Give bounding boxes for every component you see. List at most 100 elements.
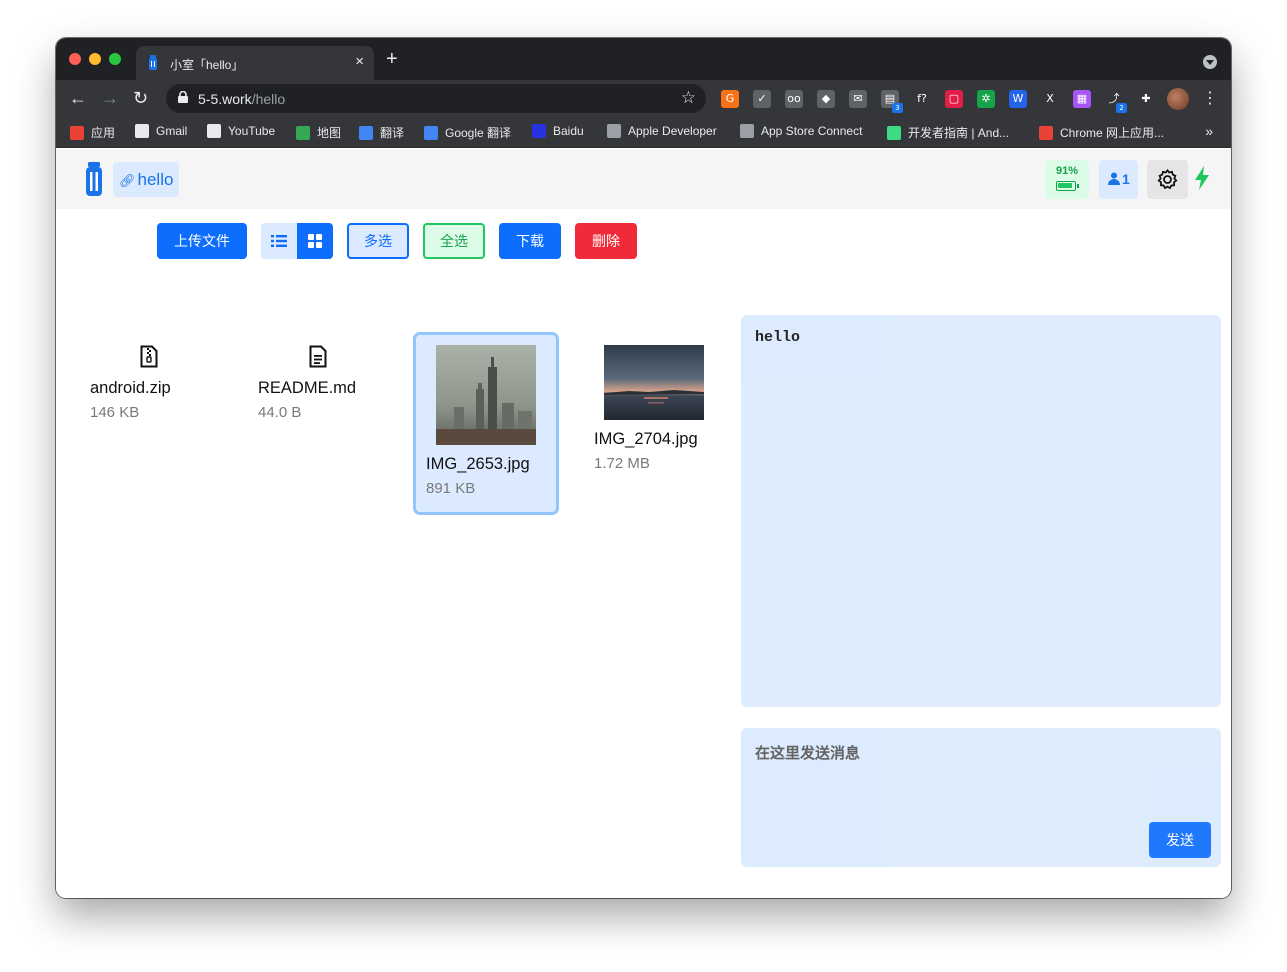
extension-glyph: ✲ bbox=[981, 92, 991, 105]
select-all-button[interactable]: 全选 bbox=[423, 223, 485, 259]
browser-tab[interactable]: 小室「hello」 × bbox=[136, 46, 374, 80]
reload-icon[interactable]: ↻ bbox=[133, 88, 148, 108]
bookmark-item[interactable]: YouTube bbox=[207, 124, 275, 138]
browser-toolbar: ← → ↻ 5-5.work/hello ☆ G ✓ oo ◆ ✉ ▤ 3 f? ▢ ✲ W X ▦ ⤴ 2… bbox=[56, 80, 1231, 118]
extension-icon[interactable]: ◆ bbox=[817, 90, 835, 108]
gear-icon bbox=[1157, 169, 1178, 190]
page-content: 🔗︎ hello 91% 1 上传文件 多选 全选 下载 删除 android.… bbox=[56, 149, 1231, 898]
extension-glyph: ✚ bbox=[1141, 92, 1151, 105]
tab-title: 小室「hello」 bbox=[170, 58, 244, 72]
online-users-button[interactable]: 1 bbox=[1099, 160, 1138, 199]
bookmark-favicon-icon bbox=[607, 124, 621, 138]
bookmark-item[interactable]: 翻译 bbox=[359, 124, 404, 141]
file-name: android.zip bbox=[90, 379, 171, 397]
delete-button[interactable]: 删除 bbox=[575, 223, 637, 259]
bookmark-favicon-icon bbox=[424, 126, 438, 140]
grid-view-button[interactable] bbox=[297, 223, 333, 259]
image-thumbnail-city bbox=[436, 345, 536, 445]
bookmark-item[interactable]: Baidu bbox=[532, 124, 584, 138]
upload-button[interactable]: 上传文件 bbox=[157, 223, 247, 259]
bookmark-item[interactable]: Gmail bbox=[135, 124, 187, 138]
bookmarks-overflow-button[interactable]: » bbox=[1205, 123, 1213, 139]
bookmark-favicon-icon bbox=[532, 124, 546, 138]
user-icon bbox=[1108, 172, 1120, 185]
bookmark-favicon-icon bbox=[887, 126, 901, 140]
file-size: 891 KB bbox=[426, 480, 476, 497]
extension-icon[interactable]: X bbox=[1041, 90, 1059, 108]
room-name-chip[interactable]: 🔗︎ hello bbox=[113, 162, 180, 197]
send-button[interactable]: 发送 bbox=[1149, 822, 1211, 858]
extension-icon[interactable]: oo bbox=[785, 90, 803, 108]
extension-icon[interactable]: f? bbox=[913, 90, 931, 108]
profile-avatar[interactable] bbox=[1167, 88, 1189, 110]
bookmark-label: Chrome 网上应用... bbox=[1060, 126, 1165, 140]
extension-icon[interactable]: ✲ bbox=[977, 90, 995, 108]
download-button[interactable]: 下载 bbox=[499, 223, 561, 259]
grid-icon bbox=[308, 234, 322, 248]
zoom-window-button[interactable] bbox=[109, 53, 121, 65]
file-size: 44.0 B bbox=[258, 404, 302, 421]
settings-button[interactable] bbox=[1147, 160, 1188, 199]
bookmark-item[interactable]: Chrome 网上应用... bbox=[1039, 124, 1164, 141]
bookmark-item[interactable]: App Store Connect bbox=[740, 124, 862, 138]
bookmark-label: 地图 bbox=[317, 126, 342, 140]
extension-icon[interactable]: ✚ bbox=[1137, 90, 1155, 108]
battery-icon bbox=[1056, 181, 1076, 191]
extension-badge: 2 bbox=[1116, 103, 1127, 113]
extension-glyph: oo bbox=[787, 92, 801, 105]
new-tab-button[interactable]: + bbox=[386, 49, 398, 69]
back-arrow-icon[interactable]: ← bbox=[69, 88, 87, 108]
chat-message: hello bbox=[755, 329, 801, 346]
text-file-icon bbox=[309, 345, 327, 368]
extension-icon[interactable]: W bbox=[1009, 90, 1027, 108]
bookmark-label: YouTube bbox=[228, 124, 276, 138]
extension-glyph: ◆ bbox=[821, 92, 831, 105]
multi-select-button[interactable]: 多选 bbox=[347, 223, 409, 259]
bookmark-item[interactable]: Google 翻译 bbox=[424, 124, 511, 141]
bookmark-item[interactable]: 开发者指南 | And... bbox=[887, 124, 1009, 141]
extension-icon[interactable]: ▦ bbox=[1073, 90, 1091, 108]
file-item-img-2704[interactable]: IMG_2704.jpg 1.72 MB bbox=[594, 345, 724, 475]
link-icon: 🔗︎ bbox=[119, 173, 136, 188]
tab-search-icon[interactable] bbox=[1203, 55, 1217, 69]
extension-glyph: W bbox=[1012, 92, 1024, 105]
chat-message-log: hello bbox=[741, 315, 1221, 707]
extension-icon[interactable]: G bbox=[721, 90, 739, 108]
file-size: 1.72 MB bbox=[594, 455, 650, 472]
bookmark-favicon-icon bbox=[207, 124, 221, 138]
extension-glyph: X bbox=[1046, 92, 1054, 105]
tab-close-icon[interactable]: × bbox=[355, 53, 364, 70]
list-icon bbox=[271, 235, 287, 247]
app-logo-icon[interactable] bbox=[84, 161, 104, 197]
battery-percent: 91% bbox=[1055, 165, 1079, 177]
bookmark-star-icon[interactable]: ☆ bbox=[681, 88, 696, 108]
bookmark-item[interactable]: 地图 bbox=[296, 124, 341, 141]
extension-glyph: ▢ bbox=[948, 92, 960, 105]
extension-icon[interactable]: ✉ bbox=[849, 90, 867, 108]
list-view-button[interactable] bbox=[261, 223, 297, 259]
bookmark-item[interactable]: Apple Developer bbox=[607, 124, 717, 138]
bookmark-favicon-icon bbox=[740, 124, 754, 138]
minimize-window-button[interactable] bbox=[89, 53, 101, 65]
bookmark-label: 应用 bbox=[91, 126, 116, 140]
zip-file-icon bbox=[140, 345, 158, 368]
file-item-android-zip[interactable]: android.zip 146 KB bbox=[90, 345, 220, 425]
bookmark-favicon-icon bbox=[1039, 126, 1053, 140]
file-name: IMG_2704.jpg bbox=[594, 430, 698, 448]
menu-kebab-icon[interactable]: ⋮ bbox=[1202, 89, 1218, 109]
file-item-img-2653[interactable]: IMG_2653.jpg 891 KB bbox=[426, 345, 556, 505]
extension-icon[interactable]: ⤴ 2 bbox=[1105, 90, 1127, 113]
file-item-readme-md[interactable]: README.md 44.0 B bbox=[258, 345, 388, 425]
user-count: 1 bbox=[1122, 171, 1130, 187]
close-window-button[interactable] bbox=[69, 53, 81, 65]
chat-input-panel: 发送 bbox=[741, 728, 1221, 867]
extension-icon[interactable]: ✓ bbox=[753, 90, 771, 108]
bookmark-item[interactable]: 应用 bbox=[70, 124, 115, 141]
extension-icon[interactable]: ▤ 3 bbox=[881, 90, 903, 113]
title-bar: 小室「hello」 × + bbox=[56, 38, 1231, 80]
forward-arrow-icon[interactable]: → bbox=[101, 88, 119, 108]
lock-icon bbox=[178, 91, 188, 103]
address-bar[interactable]: 5-5.work/hello ☆ bbox=[166, 84, 706, 113]
extension-icon[interactable]: ▢ bbox=[945, 90, 963, 108]
bookmark-favicon-icon bbox=[359, 126, 373, 140]
